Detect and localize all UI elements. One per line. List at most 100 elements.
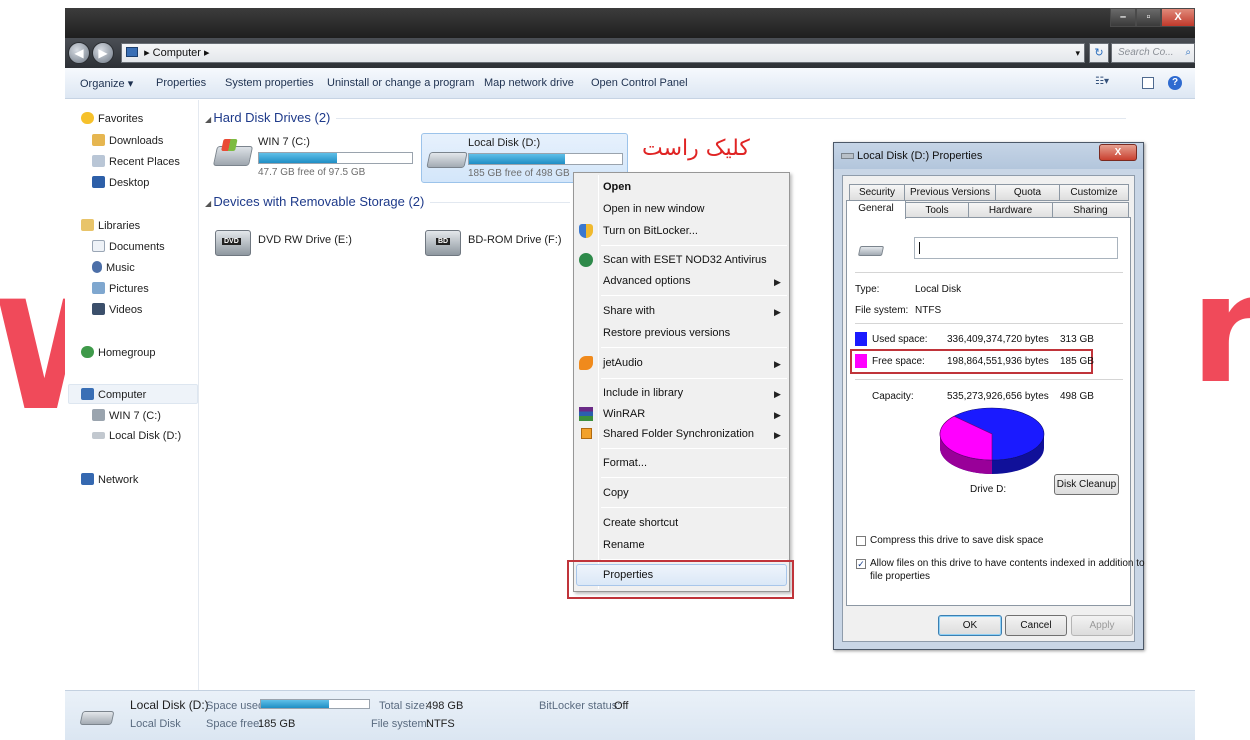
refresh-button[interactable]: ↻ — [1089, 43, 1109, 63]
index-checkbox[interactable]: ✓ — [856, 559, 866, 569]
free-space-bytes: 198,864,551,936 bytes — [947, 356, 1049, 367]
nav-videos[interactable]: Videos — [92, 303, 142, 316]
nav-documents[interactable]: Documents — [92, 240, 165, 253]
volume-label-input[interactable] — [914, 237, 1118, 259]
apply-button[interactable]: Apply — [1071, 615, 1133, 636]
general-tab-panel: Type: Local Disk File system: NTFS Used … — [846, 217, 1145, 606]
drive-letter-label: Drive D: — [970, 484, 1007, 495]
help-icon[interactable]: ? — [1168, 76, 1182, 90]
dvd-drive-icon: DVD — [215, 230, 251, 256]
close-button[interactable]: X — [1161, 8, 1195, 27]
map-network-drive-button[interactable]: Map network drive — [484, 77, 574, 89]
nav-favorites[interactable]: Favorites — [81, 112, 143, 125]
menu-advanced-options[interactable]: Advanced options — [603, 275, 690, 287]
address-field[interactable]: ▸ Computer ▸ ▾ — [121, 43, 1085, 63]
shared-folder-sync-icon — [581, 428, 592, 439]
type-value: Local Disk — [915, 284, 962, 295]
compress-checkbox[interactable] — [856, 536, 866, 546]
nav-homegroup[interactable]: Homegroup — [81, 346, 155, 359]
details-total-size-label: Total size: — [379, 700, 428, 712]
dialog-close-button[interactable]: X — [1099, 144, 1137, 161]
jetaudio-icon — [579, 356, 593, 370]
cancel-button[interactable]: Cancel — [1005, 615, 1067, 636]
winrar-icon — [579, 407, 593, 421]
address-dropdown-icon[interactable]: ▾ — [1075, 44, 1080, 62]
submenu-arrow-icon: ▶ — [774, 307, 781, 317]
nav-computer[interactable]: Computer — [81, 388, 146, 401]
tab-previous-versions[interactable]: Previous Versions — [904, 184, 996, 201]
nav-libraries[interactable]: Libraries — [81, 219, 140, 232]
watermark-right: r — [1190, 243, 1250, 417]
documents-icon — [92, 240, 105, 252]
nav-downloads[interactable]: Downloads — [92, 134, 163, 147]
search-input[interactable]: Search Co... ⌕ — [1111, 43, 1195, 63]
type-label: Type: — [855, 284, 880, 295]
nav-label: Computer — [98, 389, 147, 401]
drive-icon — [857, 246, 885, 256]
tab-customize[interactable]: Customize — [1059, 184, 1129, 201]
menu-restore-versions[interactable]: Restore previous versions — [603, 327, 730, 339]
menu-bitlocker[interactable]: Turn on BitLocker... — [603, 225, 698, 237]
back-button[interactable]: ◀ — [68, 42, 90, 64]
properties-button[interactable]: Properties — [156, 77, 206, 89]
menu-winrar[interactable]: WinRAR — [603, 408, 645, 420]
maximize-button[interactable]: ▫ — [1136, 8, 1161, 27]
drive-icon — [841, 153, 854, 159]
used-space-gb: 313 GB — [1060, 334, 1094, 345]
menu-share-with[interactable]: Share with — [603, 305, 655, 317]
menu-open-new-window[interactable]: Open in new window — [603, 203, 705, 215]
menu-shared-folder-sync[interactable]: Shared Folder Synchronization — [603, 428, 754, 440]
text-caret — [919, 242, 920, 254]
search-icon: ⌕ — [1185, 47, 1191, 58]
nav-pictures[interactable]: Pictures — [92, 282, 149, 295]
details-drive-name: Local Disk (D:) — [130, 698, 209, 712]
music-icon — [92, 261, 102, 273]
title-bar: – ▫ X — [65, 8, 1195, 38]
system-properties-button[interactable]: System properties — [225, 77, 314, 89]
menu-jetaudio[interactable]: jetAudio — [603, 357, 643, 369]
dialog-title-bar: Local Disk (D:) Properties X — [834, 143, 1143, 169]
open-control-panel-button[interactable]: Open Control Panel — [591, 77, 688, 89]
details-bitlocker-label: BitLocker status: — [539, 700, 621, 712]
tab-quota[interactable]: Quota — [995, 184, 1060, 201]
menu-format[interactable]: Format... — [603, 457, 647, 469]
uninstall-program-button[interactable]: Uninstall or change a program — [327, 77, 474, 89]
minimize-button[interactable]: – — [1110, 8, 1136, 27]
free-space-label: Free space: — [872, 356, 925, 367]
nav-recent-places[interactable]: Recent Places — [92, 155, 180, 168]
tab-general[interactable]: General — [846, 200, 906, 219]
file-system-label: File system: — [855, 305, 909, 316]
capacity-label: Capacity: — [872, 391, 914, 402]
nav-desktop[interactable]: Desktop — [92, 176, 149, 189]
nav-win7-drive[interactable]: WIN 7 (C:) — [92, 409, 161, 422]
menu-include-in-library[interactable]: Include in library — [603, 387, 683, 399]
forward-button[interactable]: ▶ — [92, 42, 114, 64]
menu-eset-scan[interactable]: Scan with ESET NOD32 Antivirus — [603, 254, 767, 266]
ok-button[interactable]: OK — [938, 615, 1002, 636]
disk-cleanup-button[interactable]: Disk Cleanup — [1054, 474, 1119, 495]
menu-create-shortcut[interactable]: Create shortcut — [603, 517, 678, 529]
nav-network[interactable]: Network — [81, 473, 138, 486]
view-options-icon[interactable]: ☷▾ — [1095, 76, 1117, 90]
tab-security[interactable]: Security — [849, 184, 905, 201]
menu-rename[interactable]: Rename — [603, 539, 645, 551]
capacity-gb: 498 GB — [1060, 391, 1094, 402]
nav-label: Desktop — [109, 177, 150, 189]
breadcrumb-computer[interactable]: Computer — [153, 47, 201, 59]
hard-disk-drives-header[interactable]: ◢ Hard Disk Drives (2) — [205, 110, 1127, 125]
properties-callout-box — [567, 560, 794, 599]
windows-drive-icon — [212, 139, 254, 166]
drive-tile-c[interactable]: WIN 7 (C:) 47.7 GB free of 97.5 GB — [212, 132, 413, 182]
free-space-gb: 185 GB — [1060, 356, 1094, 367]
preview-pane-icon[interactable] — [1142, 77, 1154, 89]
organize-button[interactable]: Organize ▾ — [80, 77, 133, 90]
menu-copy[interactable]: Copy — [603, 487, 629, 499]
dvd-drive-tile[interactable]: DVD DVD RW Drive (E:) — [213, 218, 403, 268]
nav-label: WIN 7 (C:) — [109, 410, 161, 422]
nav-music[interactable]: Music — [92, 261, 135, 274]
menu-open[interactable]: Open — [603, 181, 631, 193]
removable-storage-header[interactable]: ◢ Devices with Removable Storage (2) — [205, 194, 571, 209]
nav-local-disk[interactable]: Local Disk (D:) — [92, 430, 181, 442]
drive-icon — [79, 711, 115, 725]
downloads-folder-icon — [92, 134, 105, 146]
